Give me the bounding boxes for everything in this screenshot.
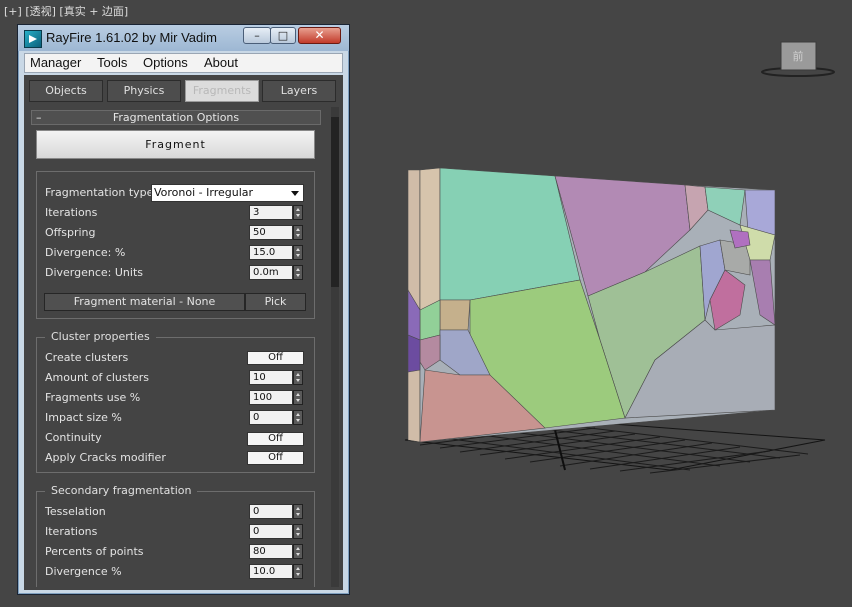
tesselation-label: Tesselation [45,505,106,518]
secondary-fragmentation-title: Secondary fragmentation [45,484,198,497]
viewport-label[interactable]: [+] [透视] [真实 + 边面] [4,3,128,19]
tab-physics[interactable]: Physics [107,80,181,102]
divergence-percent-input[interactable]: 15.0 [249,245,293,260]
impact-size-spinner-icon[interactable] [293,410,303,425]
create-clusters-label: Create clusters [45,351,129,364]
secondary-iterations-input[interactable]: 0 [249,524,293,539]
rollout-title: Fragmentation Options [112,111,240,124]
secondary-divergence-input[interactable]: 10.0 [249,564,293,579]
fragmentation-type-value: Voronoi - Irregular [154,186,254,199]
menu-tools[interactable]: Tools [97,55,127,70]
viewport-shading-label[interactable]: [真实 + 边面] [59,5,128,18]
offspring-input[interactable]: 50 [249,225,293,240]
panel-scrollbar[interactable] [331,107,339,587]
viewport-view-label[interactable]: [透视] [25,5,56,18]
window-title: RayFire 1.61.02 by Mir Vadim [46,30,217,45]
scrollbar-thumb[interactable] [331,117,339,287]
pick-button[interactable]: Pick [245,293,306,311]
apply-cracks-toggle[interactable]: Off [247,451,304,465]
iterations-spinner-icon[interactable] [293,205,303,220]
rayfire-logo-icon [24,30,42,48]
maximize-icon: □ [277,29,289,42]
apply-cracks-label: Apply Cracks modifier [45,451,166,464]
chevron-down-icon [291,191,299,196]
cluster-properties-title: Cluster properties [45,330,156,343]
fragment-button[interactable]: Fragment [36,130,315,159]
maximize-button[interactable]: □ [270,27,296,44]
close-button[interactable]: ✕ [298,27,341,44]
iterations-input[interactable]: 3 [249,205,293,220]
amount-of-clusters-label: Amount of clusters [45,371,149,384]
fragmentation-type-label: Fragmentation type [45,186,154,199]
offspring-label: Offspring [45,226,96,239]
minimize-icon: – [254,29,260,42]
continuity-label: Continuity [45,431,102,444]
rayfire-window: RayFire 1.61.02 by Mir Vadim – □ ✕ Manag… [17,24,350,595]
menu-bar: Manager Tools Options About [24,53,343,73]
panel-body: Objects Physics Fragments Layers – Fragm… [24,75,343,590]
viewcube-icon[interactable]: 前 [761,41,835,77]
minimize-button[interactable]: – [243,27,271,44]
offspring-spinner-icon[interactable] [293,225,303,240]
create-clusters-toggle[interactable]: Off [247,351,304,365]
tab-fragments[interactable]: Fragments [185,80,259,102]
cluster-properties-group: Cluster properties Create clusters Off A… [36,330,315,473]
secondary-iterations-label: Iterations [45,525,98,538]
continuity-toggle[interactable]: Off [247,432,304,446]
tab-objects[interactable]: Objects [29,80,103,102]
fractured-wall[interactable] [407,167,776,443]
tab-layers[interactable]: Layers [262,80,336,102]
divergence-units-spinner-icon[interactable] [293,265,303,280]
menu-about[interactable]: About [204,55,238,70]
impact-size-label: Impact size % [45,411,122,424]
menu-options[interactable]: Options [143,55,188,70]
viewcube-label: 前 [793,49,804,63]
fragment-material-button[interactable]: Fragment material - None [44,293,245,311]
options-scroll-area[interactable]: – Fragmentation Options Fragment Fragmen… [29,107,329,587]
divergence-units-input[interactable]: 0.0m [249,265,293,280]
secondary-divergence-spinner-icon[interactable] [293,564,303,579]
fragments-use-label: Fragments use % [45,391,141,404]
fragments-use-input[interactable]: 100 [249,390,293,405]
percents-of-points-label: Percents of points [45,545,144,558]
fragments-use-spinner-icon[interactable] [293,390,303,405]
divergence-percent-spinner-icon[interactable] [293,245,303,260]
rollout-header-fragmentation-options[interactable]: – Fragmentation Options [31,110,321,125]
iterations-label: Iterations [45,206,98,219]
fragmentation-type-dropdown[interactable]: Voronoi - Irregular [151,184,304,202]
amount-of-clusters-input[interactable]: 10 [249,370,293,385]
secondary-iterations-spinner-icon[interactable] [293,524,303,539]
close-icon: ✕ [314,28,325,42]
secondary-divergence-label: Divergence % [45,565,122,578]
percents-of-points-input[interactable]: 80 [249,544,293,559]
fragmentation-group: Fragmentation type Voronoi - Irregular I… [36,171,315,319]
secondary-fragmentation-group: Secondary fragmentation Tesselation 0 It… [36,484,315,587]
viewport-menu-plus[interactable]: [+] [4,5,22,18]
divergence-percent-label: Divergence: % [45,246,126,259]
impact-size-input[interactable]: 0 [249,410,293,425]
tesselation-input[interactable]: 0 [249,504,293,519]
percents-of-points-spinner-icon[interactable] [293,544,303,559]
tesselation-spinner-icon[interactable] [293,504,303,519]
amount-of-clusters-spinner-icon[interactable] [293,370,303,385]
menu-manager[interactable]: Manager [30,55,81,70]
title-bar[interactable]: RayFire 1.61.02 by Mir Vadim – □ ✕ [18,25,349,51]
divergence-units-label: Divergence: Units [45,266,143,279]
